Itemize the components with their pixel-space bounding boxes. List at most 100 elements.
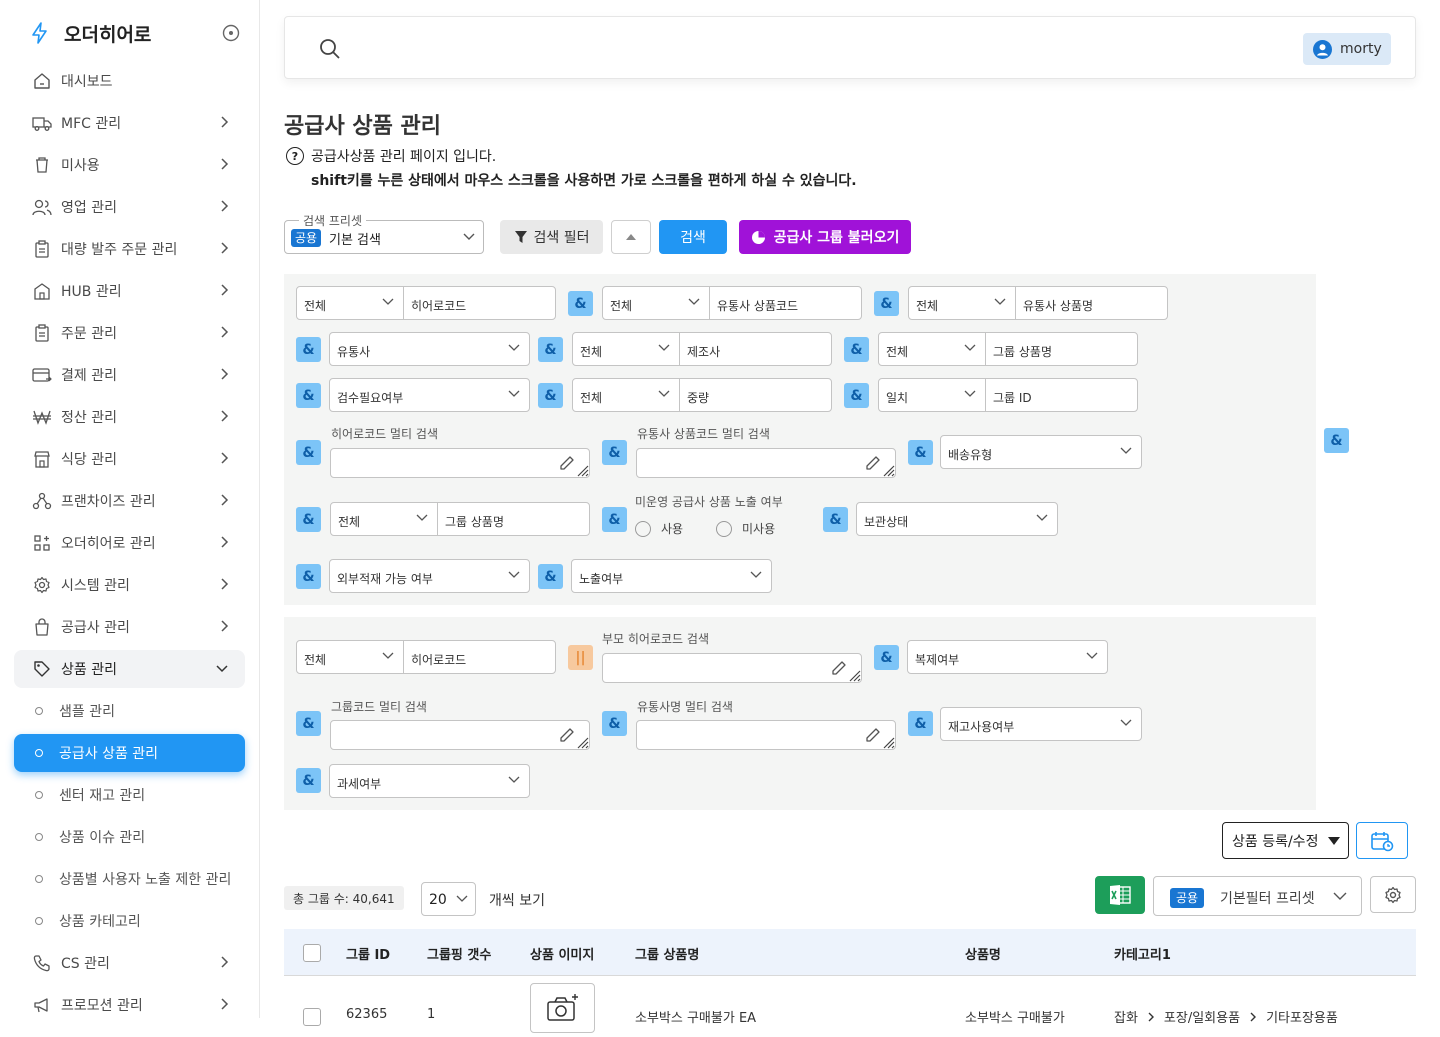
- and-operator-button[interactable]: &: [874, 291, 899, 316]
- dist-name-multi-textarea[interactable]: [636, 720, 896, 750]
- delivery-type-select[interactable]: 배송유형: [940, 435, 1142, 469]
- pencil-icon[interactable]: [865, 727, 881, 743]
- sidebar-item-supplier[interactable]: 공급사 관리: [14, 608, 245, 646]
- group-id-filter[interactable]: 일치 그룹 ID: [878, 378, 1138, 412]
- tax-select[interactable]: 과세여부: [329, 764, 530, 798]
- sidebar-item-cs[interactable]: CS 관리: [14, 944, 245, 982]
- radio-unuse[interactable]: 미사용: [716, 520, 775, 537]
- and-operator-button[interactable]: &: [538, 564, 563, 589]
- group-name-filter-2[interactable]: 전체 그룹 상품명: [330, 502, 590, 536]
- row-checkbox[interactable]: [303, 1008, 321, 1026]
- hero-code-filter-2[interactable]: 전체 히어로코드: [296, 640, 556, 674]
- dist-name-filter[interactable]: 전체 유통사 상품명: [908, 286, 1168, 320]
- product-register-dropdown[interactable]: 상품 등록/수정: [1222, 822, 1349, 859]
- sidebar-subitem-exposure-limit[interactable]: 상품별 사용자 노출 제한 관리: [14, 860, 245, 898]
- dist-code-filter[interactable]: 전체 유통사 상품코드: [602, 286, 862, 320]
- load-supplier-group-button[interactable]: 공급사 그룹 불러오기: [739, 220, 911, 254]
- pencil-icon[interactable]: [831, 660, 847, 676]
- column-header[interactable]: 카테고리1: [1114, 944, 1171, 963]
- dist-code-input[interactable]: 유통사 상품코드: [717, 297, 798, 314]
- scope-select[interactable]: 전체: [886, 343, 908, 360]
- resize-grip-icon[interactable]: [881, 735, 895, 749]
- sidebar-item-orderhero[interactable]: 오더히어로 관리: [14, 524, 245, 562]
- or-operator-button[interactable]: ||: [568, 645, 593, 670]
- storage-select[interactable]: 보관상태: [856, 502, 1058, 536]
- scope-select[interactable]: 전체: [580, 343, 602, 360]
- sidebar-item-promotion[interactable]: 프로모션 관리: [14, 986, 245, 1018]
- match-select[interactable]: 일치: [886, 389, 908, 406]
- and-operator-button[interactable]: &: [908, 440, 933, 465]
- scope-select[interactable]: 전체: [304, 297, 326, 314]
- group-name-input[interactable]: 그룹 상품명: [445, 513, 504, 530]
- resize-grip-icon[interactable]: [847, 668, 861, 682]
- weight-input[interactable]: 중량: [687, 389, 709, 406]
- group-name-input[interactable]: 그룹 상품명: [993, 343, 1052, 360]
- weight-filter[interactable]: 전체 중량: [572, 378, 832, 412]
- column-header[interactable]: 그룹 ID: [346, 944, 390, 963]
- sidebar-item-bulk-order[interactable]: 대량 발주 주문 관리: [14, 230, 245, 268]
- group-id-input[interactable]: 그룹 ID: [993, 389, 1032, 406]
- product-image-placeholder[interactable]: [530, 983, 595, 1033]
- collapse-filter-button[interactable]: [611, 220, 651, 254]
- brand[interactable]: 오더히어로: [30, 18, 240, 48]
- sidebar-item-payment[interactable]: 결제 관리: [14, 356, 245, 394]
- scope-select[interactable]: 전체: [338, 513, 360, 530]
- and-operator-button[interactable]: &: [296, 383, 321, 408]
- resize-grip-icon[interactable]: [575, 735, 589, 749]
- resize-grip-icon[interactable]: [575, 463, 589, 477]
- excel-export-button[interactable]: [1095, 876, 1145, 914]
- sidebar-item-restaurant[interactable]: 식당 관리: [14, 440, 245, 478]
- sidebar-item-unused[interactable]: 미사용: [14, 146, 245, 184]
- maker-filter[interactable]: 전체 제조사: [572, 332, 832, 366]
- and-operator-button[interactable]: &: [602, 507, 627, 532]
- dist-name-input[interactable]: 유통사 상품명: [1023, 297, 1093, 314]
- sidebar-subitem-sample[interactable]: 샘플 관리: [14, 692, 245, 730]
- select-all-checkbox[interactable]: [303, 944, 321, 962]
- search-filter-button[interactable]: 검색 필터: [500, 220, 603, 254]
- and-operator-button[interactable]: &: [602, 711, 627, 736]
- sidebar-subitem-product-issue[interactable]: 상품 이슈 관리: [14, 818, 245, 856]
- pencil-icon[interactable]: [559, 455, 575, 471]
- sidebar-item-dashboard[interactable]: 대시보드: [14, 62, 245, 100]
- group-and-operator-button[interactable]: &: [1324, 428, 1349, 453]
- sidebar-item-product[interactable]: 상품 관리: [14, 650, 245, 688]
- parent-hero-textarea[interactable]: [602, 653, 862, 683]
- dist-code-multi-textarea[interactable]: [636, 448, 896, 478]
- user-menu[interactable]: morty: [1303, 33, 1391, 65]
- and-operator-button[interactable]: &: [844, 383, 869, 408]
- schedule-button[interactable]: [1356, 822, 1408, 859]
- scope-select[interactable]: 전체: [610, 297, 632, 314]
- search-button[interactable]: 검색: [659, 220, 727, 254]
- scope-select[interactable]: 전체: [580, 389, 602, 406]
- column-header[interactable]: 그룹 상품명: [635, 944, 699, 963]
- and-operator-button[interactable]: &: [874, 645, 899, 670]
- inspect-select[interactable]: 검수필요여부: [329, 378, 530, 412]
- sidebar-item-hub[interactable]: HUB 관리: [14, 272, 245, 310]
- resize-grip-icon[interactable]: [881, 463, 895, 477]
- and-operator-button[interactable]: &: [908, 711, 933, 736]
- and-operator-button[interactable]: &: [538, 337, 563, 362]
- hero-code-filter[interactable]: 전체 히어로코드: [296, 286, 556, 320]
- sidebar-item-sales[interactable]: 영업 관리: [14, 188, 245, 226]
- hero-code-input[interactable]: 히어로코드: [411, 651, 466, 668]
- reuse-select[interactable]: 재고사용여부: [940, 707, 1142, 741]
- and-operator-button[interactable]: &: [296, 711, 321, 736]
- and-operator-button[interactable]: &: [296, 564, 321, 589]
- and-operator-button[interactable]: &: [823, 507, 848, 532]
- outer-load-select[interactable]: 외부적재 가능 여부: [329, 559, 530, 593]
- search-icon[interactable]: [319, 38, 341, 60]
- distributor-select[interactable]: 유통사: [329, 332, 530, 366]
- scope-select[interactable]: 전체: [916, 297, 938, 314]
- scope-select[interactable]: 전체: [304, 651, 326, 668]
- sidebar-item-order[interactable]: 주문 관리: [14, 314, 245, 352]
- and-operator-button[interactable]: &: [296, 507, 321, 532]
- copy-select[interactable]: 복제여부: [907, 640, 1108, 674]
- page-size-select[interactable]: 20: [421, 882, 476, 916]
- sidebar-subitem-supplier-product[interactable]: 공급사 상품 관리: [14, 734, 245, 772]
- sidebar-item-system[interactable]: 시스템 관리: [14, 566, 245, 604]
- sidebar-item-mfc[interactable]: MFC 관리: [14, 104, 245, 142]
- group-name-filter[interactable]: 전체 그룹 상품명: [878, 332, 1138, 366]
- column-header[interactable]: 상품 이미지: [530, 944, 594, 963]
- radio-use[interactable]: 사용: [635, 520, 683, 537]
- maker-input[interactable]: 제조사: [687, 343, 720, 360]
